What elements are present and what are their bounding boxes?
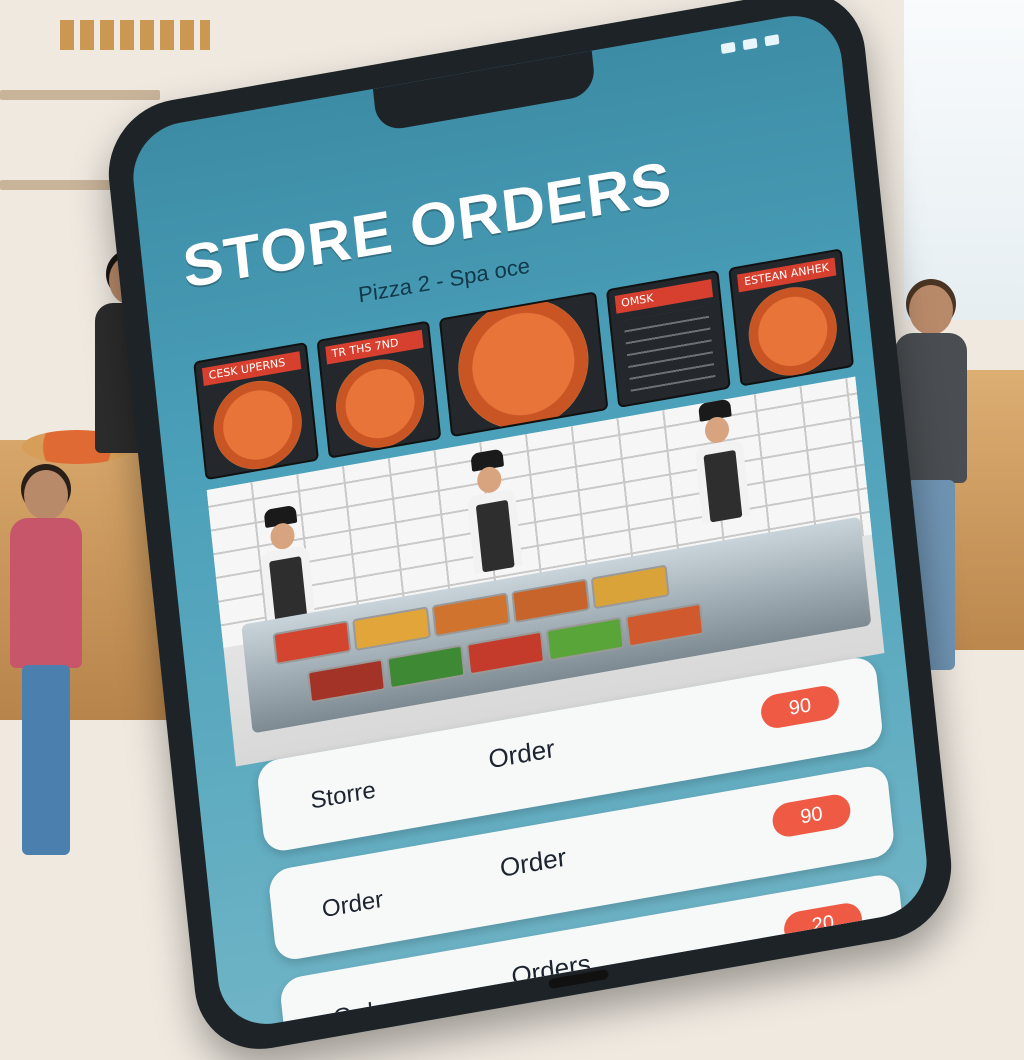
smartphone: STORE ORDERS Pizza 2 - Spa oce CESK UPER… xyxy=(101,0,959,1060)
phone-screen: STORE ORDERS Pizza 2 - Spa oce CESK UPER… xyxy=(128,7,932,1033)
topping-tray xyxy=(545,616,625,662)
topping-tray xyxy=(386,644,466,690)
menu-board: ESTEAN ANHEK xyxy=(728,248,855,387)
topping-tray xyxy=(511,578,591,624)
topping-tray xyxy=(590,564,670,610)
shelf-jars xyxy=(60,20,210,50)
shelf xyxy=(0,90,160,100)
chef xyxy=(684,396,756,525)
wifi-icon xyxy=(720,41,736,55)
pizza-image xyxy=(332,352,429,455)
pizza-image xyxy=(209,373,306,476)
topping-tray xyxy=(272,620,352,666)
topping-tray xyxy=(431,592,511,638)
order-card-title: Order xyxy=(486,733,557,775)
topping-tray xyxy=(625,602,705,648)
status-icons xyxy=(720,34,780,55)
order-card-label: Storre xyxy=(309,776,378,815)
order-count-badge: 90 xyxy=(759,683,841,731)
menu-board: CESK UPERNS xyxy=(193,341,319,481)
menu-board: OMSK xyxy=(605,269,732,409)
menu-board xyxy=(439,291,609,438)
pizza-image xyxy=(744,280,841,383)
battery-icon xyxy=(764,34,780,47)
menu-board: TR THS 7ND xyxy=(316,320,442,459)
chef xyxy=(456,446,528,575)
window xyxy=(904,0,1024,320)
order-card-label: Order xyxy=(320,885,385,924)
order-count-badge: 90 xyxy=(770,792,853,840)
customer-person xyxy=(10,464,82,940)
topping-tray xyxy=(352,606,432,652)
topping-tray xyxy=(466,630,546,676)
topping-tray xyxy=(307,658,386,704)
menu-list xyxy=(623,305,716,394)
signal-icon xyxy=(742,37,758,51)
pizza-image xyxy=(451,291,596,438)
order-card-title: Order xyxy=(498,841,568,883)
